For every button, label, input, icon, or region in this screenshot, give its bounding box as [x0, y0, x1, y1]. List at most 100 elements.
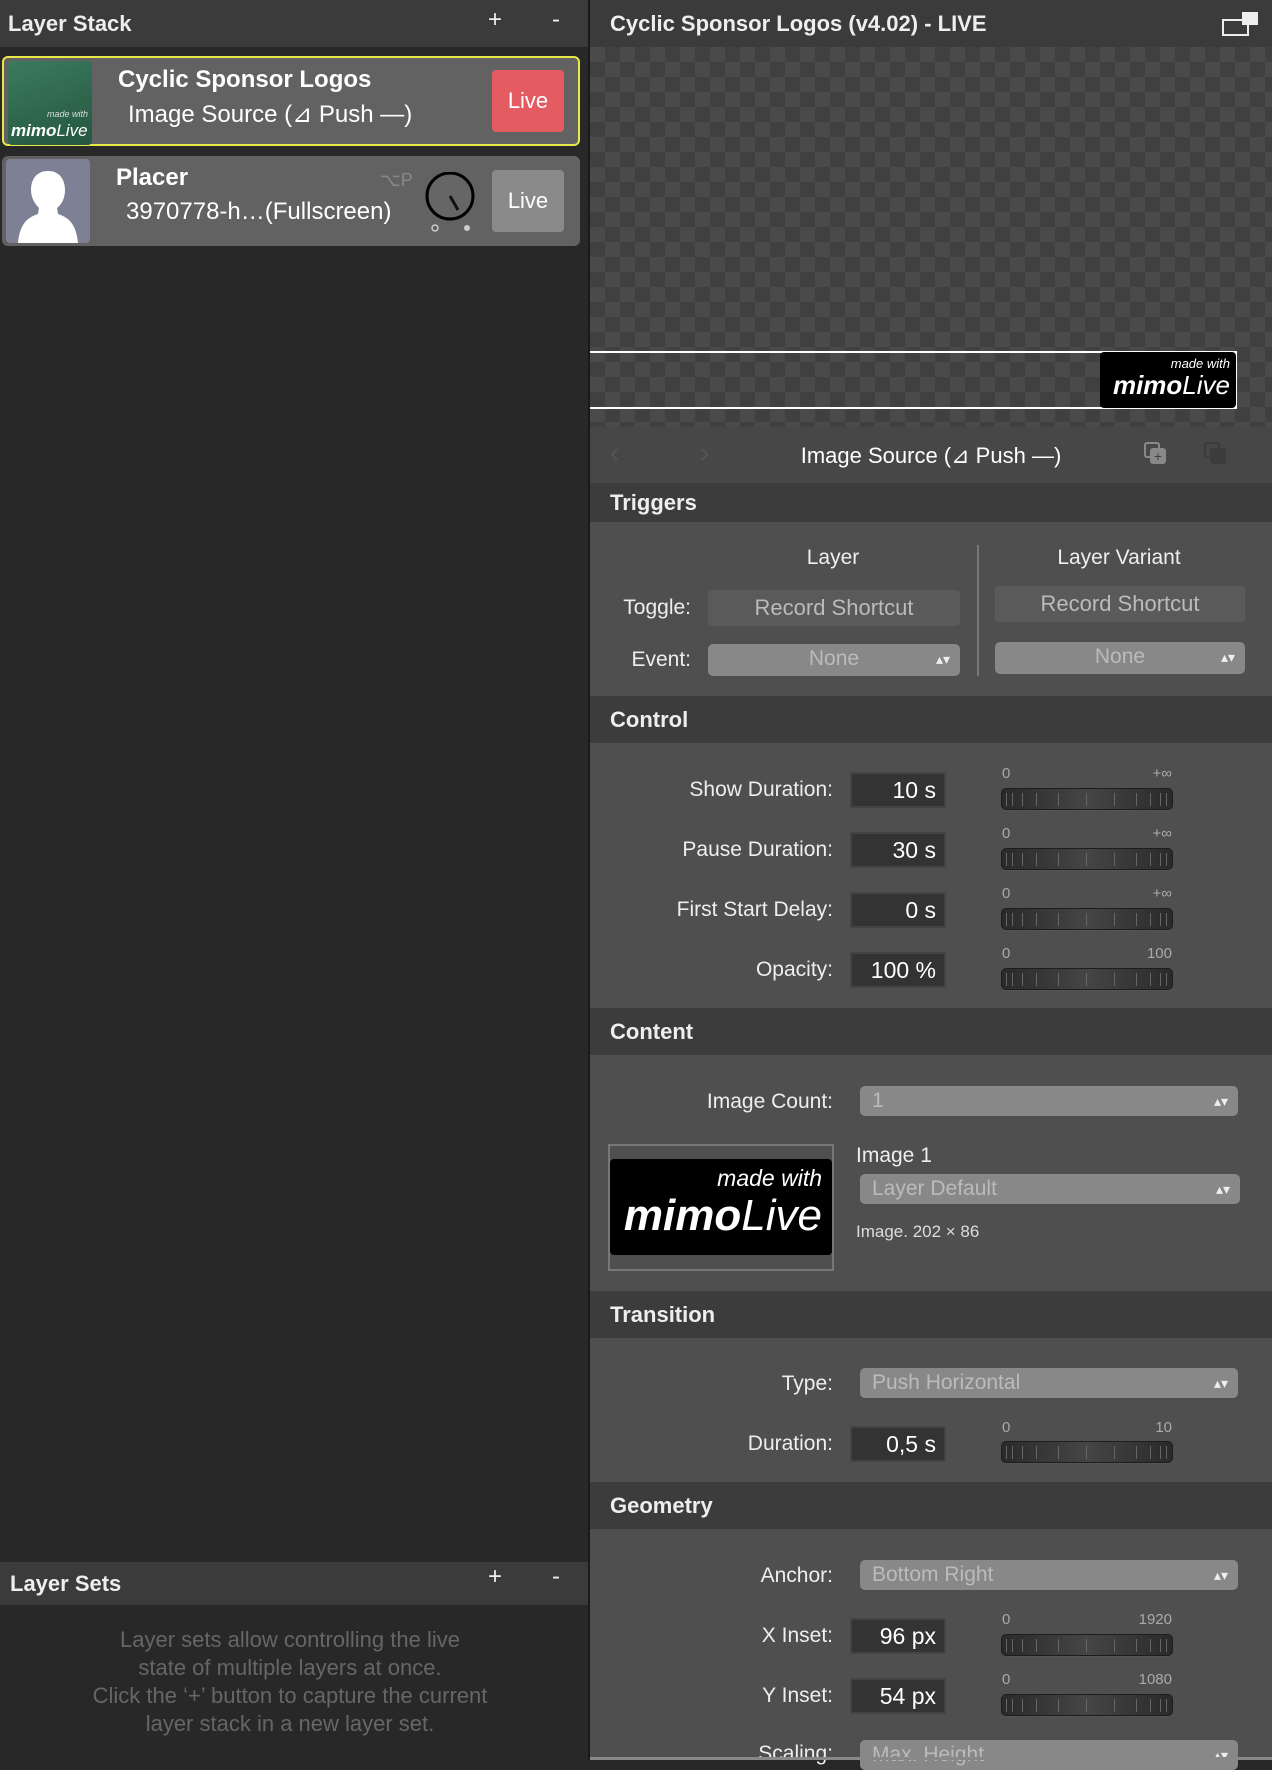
content-section-header: Content — [590, 1008, 1272, 1055]
image-1-source-select[interactable]: Layer Default ▴▾ — [860, 1174, 1240, 1204]
control-row-label: Show Duration: — [689, 778, 833, 801]
duplicate-variant-icon[interactable]: + — [1144, 442, 1166, 464]
live-button[interactable]: Live — [492, 170, 564, 232]
updown-chevron-icon: ▴▾ — [1213, 1567, 1228, 1583]
select-value: None — [1094, 645, 1146, 668]
section-title: Triggers — [610, 489, 697, 515]
x-inset-label: X Inset: — [761, 1624, 833, 1647]
transition-duration-field[interactable]: 0,5 s — [850, 1426, 946, 1462]
layer-name: Cyclic Sponsor Logos — [118, 66, 372, 93]
transition-section-header: Transition — [590, 1291, 1272, 1338]
preview-logo: made with mimoLive — [1100, 352, 1236, 408]
inspector-nav-bar: ‹ › Image Source (⊿ Push —) + — [590, 427, 1272, 483]
slider-min: 0 — [1002, 945, 1011, 962]
section-title: Control — [610, 706, 689, 732]
scaling-label: Scaling: — [758, 1742, 833, 1765]
image-count-select[interactable]: 1 ▴▾ — [860, 1086, 1238, 1116]
image-1-label: Image 1 — [856, 1144, 932, 1167]
transition-type-select[interactable]: Push Horizontal ▴▾ — [860, 1368, 1238, 1398]
empty-line: state of multiple layers at once. — [138, 1655, 442, 1680]
variant-event-select[interactable]: None ▴▾ — [995, 642, 1245, 674]
remove-layer-button[interactable]: - — [552, 6, 560, 34]
thumb-logo-text: made with — [46, 109, 88, 119]
y-inset-field[interactable]: 54 px — [850, 1678, 946, 1714]
layer-sets-empty-message: Layer sets allow controlling the live st… — [0, 1626, 580, 1738]
control-row-label: Pause Duration: — [682, 838, 833, 861]
control-row-slider[interactable] — [1001, 968, 1173, 990]
empty-line: Layer sets allow controlling the live — [120, 1627, 460, 1652]
image-count-label: Image Count: — [706, 1090, 833, 1113]
x-inset-slider[interactable] — [1001, 1634, 1173, 1656]
y-inset-label: Y Inset: — [762, 1684, 833, 1707]
layer-row-placer[interactable]: Placer ⌥P 3970778-h…(Fullscreen) Live — [2, 156, 580, 246]
empty-line: Click the ‘+’ button to capture the curr… — [92, 1683, 488, 1708]
section-title: Content — [610, 1018, 694, 1044]
control-row-label: First Start Delay: — [676, 898, 833, 921]
empty-line: layer stack in a new layer set. — [145, 1711, 435, 1736]
slider-min: 0 — [1002, 1671, 1011, 1688]
remove-variant-icon[interactable] — [1204, 442, 1226, 464]
layer-name: Placer — [116, 164, 189, 191]
slider-min: 0 — [1002, 765, 1011, 782]
control-row-field[interactable]: 100 % — [850, 952, 946, 988]
image-1-info: Image. 202 × 86 — [856, 1222, 980, 1241]
scaling-select[interactable]: Max. Height ▴▾ — [860, 1740, 1238, 1770]
logo-text: made with — [717, 1165, 822, 1191]
layer-row-cyclic-sponsor-logos[interactable]: made with mimoLive Cyclic Sponsor Logos … — [2, 56, 580, 146]
slider-max: +∞ — [1152, 825, 1172, 842]
logo-brand-b: Live — [741, 1191, 822, 1240]
select-value: Push Horizontal — [872, 1371, 1021, 1394]
section-title: Transition — [610, 1301, 716, 1327]
slider-max: 1080 — [1138, 1671, 1172, 1688]
layer-thumbnail: made with mimoLive — [8, 61, 92, 145]
control-row-slider[interactable] — [1001, 848, 1173, 870]
slider-max: 100 — [1146, 945, 1172, 962]
triggers-section-header: Triggers — [590, 483, 1272, 522]
control-row-field[interactable]: 30 s — [850, 832, 946, 868]
anchor-select[interactable]: Bottom Right ▴▾ — [860, 1560, 1238, 1590]
slider-min: 0 — [1002, 885, 1011, 902]
detach-window-icon[interactable] — [1222, 12, 1258, 36]
layer-toggle-shortcut-button[interactable]: Record Shortcut — [708, 590, 960, 626]
updown-chevron-icon: ▴▾ — [1213, 1747, 1228, 1763]
section-title: Geometry — [610, 1492, 713, 1518]
slider-min: 0 — [1002, 1419, 1011, 1436]
slider-max: 1920 — [1138, 1611, 1172, 1628]
slider-min: 0 — [1002, 1611, 1011, 1628]
volume-knob[interactable] — [424, 171, 476, 232]
layer-subtitle: Image Source (⊿ Push —) — [128, 101, 413, 128]
layer-event-select[interactable]: None ▴▾ — [708, 644, 960, 676]
inspector-title-bar: Cyclic Sponsor Logos (v4.02) - LIVE — [590, 0, 1272, 47]
toggle-label: Toggle: — [623, 596, 691, 619]
control-row-slider[interactable] — [1001, 908, 1173, 930]
select-value: Max. Height — [872, 1743, 985, 1766]
image-1-well[interactable]: made with mimoLive — [608, 1144, 834, 1271]
add-layer-button[interactable]: + — [488, 6, 502, 34]
add-layer-set-button[interactable]: + — [488, 1563, 502, 1591]
updown-chevron-icon: ▴▾ — [1215, 1181, 1230, 1197]
transition-duration-label: Duration: — [747, 1432, 833, 1455]
person-silhouette-icon — [6, 159, 90, 243]
control-row-field[interactable]: 10 s — [850, 772, 946, 808]
logo-brand-b: Live — [1182, 370, 1230, 400]
image-1-thumbnail: made with mimoLive — [610, 1159, 832, 1255]
control-row-slider[interactable] — [1001, 788, 1173, 810]
preview-canvas: made with mimoLive — [590, 47, 1272, 427]
layer-sets-title: Layer Sets — [10, 1570, 122, 1596]
slider-max: +∞ — [1152, 765, 1172, 782]
control-row-field[interactable]: 0 s — [850, 892, 946, 928]
thumb-logo-brand: mimo — [11, 121, 57, 140]
layer-stack-title: Layer Stack — [8, 10, 132, 36]
x-inset-field[interactable]: 96 px — [850, 1618, 946, 1654]
live-button[interactable]: Live — [492, 70, 564, 132]
nav-title: Image Source (⊿ Push —) — [800, 443, 1062, 468]
layer-subtitle: 3970778-h…(Fullscreen) — [126, 198, 392, 225]
updown-chevron-icon: ▴▾ — [1220, 649, 1235, 665]
event-label: Event: — [631, 648, 691, 671]
y-inset-slider[interactable] — [1001, 1694, 1173, 1716]
logo-brand: mimo — [623, 1191, 742, 1240]
anchor-label: Anchor: — [760, 1564, 833, 1587]
logo-brand: mimo — [1112, 370, 1183, 400]
variant-toggle-shortcut-button[interactable]: Record Shortcut — [995, 586, 1245, 622]
transition-duration-slider[interactable] — [1001, 1441, 1173, 1463]
